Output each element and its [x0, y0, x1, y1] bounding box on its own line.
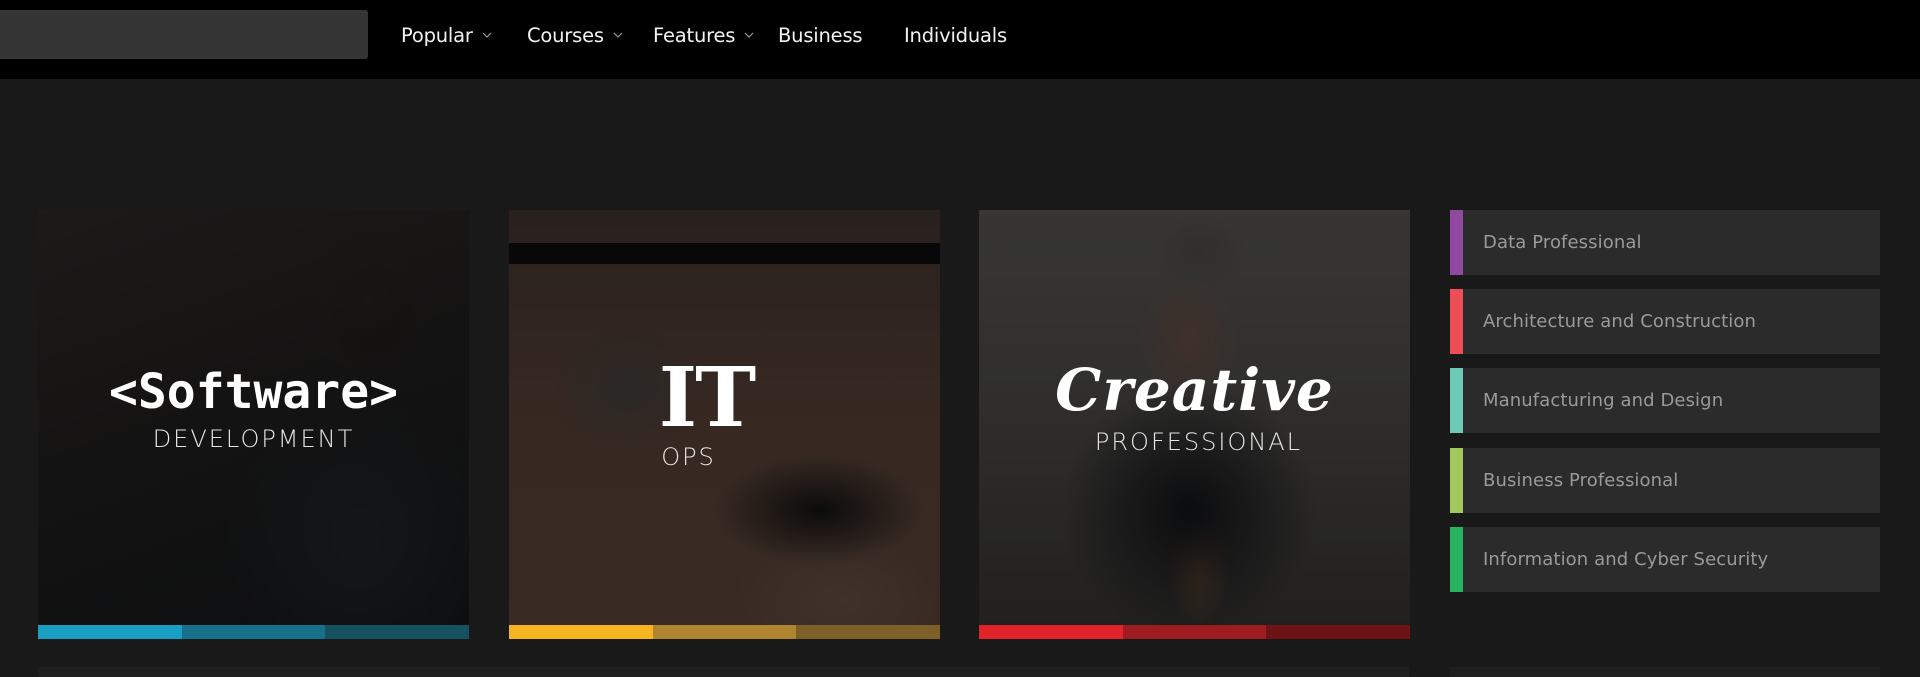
- bar-segment: [181, 625, 326, 639]
- nav-item-features[interactable]: Features: [653, 24, 754, 47]
- bar-segment: [979, 625, 1123, 639]
- chevron-down-icon: [613, 30, 623, 40]
- role-color-stripe: [1450, 210, 1463, 275]
- role-label: Business Professional: [1483, 470, 1679, 491]
- bar-segment: [509, 625, 653, 639]
- nav-label: Popular: [401, 24, 473, 47]
- card-title: IT: [658, 350, 756, 446]
- card-title: Creative: [1055, 356, 1334, 424]
- bar-segment: [38, 625, 182, 639]
- nav-item-individuals[interactable]: Individuals: [904, 24, 1007, 47]
- role-item-cyber-security[interactable]: Information and Cyber Security: [1450, 527, 1880, 592]
- top-navigation-bar: Popular Courses Features Business Indivi…: [0, 0, 1920, 79]
- lower-section-panel: [38, 667, 1409, 677]
- bar-segment: [325, 625, 469, 639]
- role-item-data-professional[interactable]: Data Professional: [1450, 210, 1880, 275]
- nav-item-business[interactable]: Business: [778, 24, 863, 47]
- bar-segment: [1122, 625, 1267, 639]
- nav-label: Individuals: [904, 24, 1007, 47]
- nav-label: Courses: [527, 24, 604, 47]
- role-label: Manufacturing and Design: [1483, 390, 1724, 411]
- role-color-stripe: [1450, 368, 1463, 433]
- bar-segment: [1266, 625, 1410, 639]
- role-label: Architecture and Construction: [1483, 311, 1757, 332]
- card-color-bar: [38, 625, 469, 639]
- role-item-manufacturing-design[interactable]: Manufacturing and Design: [1450, 368, 1880, 433]
- role-item-business-professional[interactable]: Business Professional: [1450, 448, 1880, 513]
- card-color-bar: [509, 625, 940, 639]
- nav-label: Business: [778, 24, 863, 47]
- card-it-ops[interactable]: IT OPS: [509, 210, 940, 639]
- card-subtitle: OPS: [661, 443, 716, 471]
- role-label: Data Professional: [1483, 232, 1642, 253]
- role-label: Information and Cyber Security: [1483, 549, 1769, 570]
- role-color-stripe: [1450, 289, 1463, 354]
- chevron-down-icon: [482, 30, 492, 40]
- card-subtitle: DEVELOPMENT: [152, 425, 355, 453]
- role-color-stripe: [1450, 448, 1463, 513]
- role-color-stripe: [1450, 527, 1463, 592]
- search-input[interactable]: [0, 10, 368, 59]
- nav-item-courses[interactable]: Courses: [527, 24, 623, 47]
- card-title: <Software>: [109, 364, 398, 420]
- lower-section-side-panel: [1450, 667, 1880, 677]
- bar-segment: [652, 625, 797, 639]
- role-item-architecture-construction[interactable]: Architecture and Construction: [1450, 289, 1880, 354]
- chevron-down-icon: [744, 30, 754, 40]
- bar-segment: [796, 625, 940, 639]
- card-software-development[interactable]: <Software> DEVELOPMENT: [38, 210, 469, 639]
- nav-label: Features: [653, 24, 736, 47]
- nav-item-popular[interactable]: Popular: [401, 24, 492, 47]
- card-creative-professional[interactable]: Creative PROFESSIONAL: [979, 210, 1410, 639]
- card-color-bar: [979, 625, 1410, 639]
- card-subtitle: PROFESSIONAL: [1094, 428, 1303, 456]
